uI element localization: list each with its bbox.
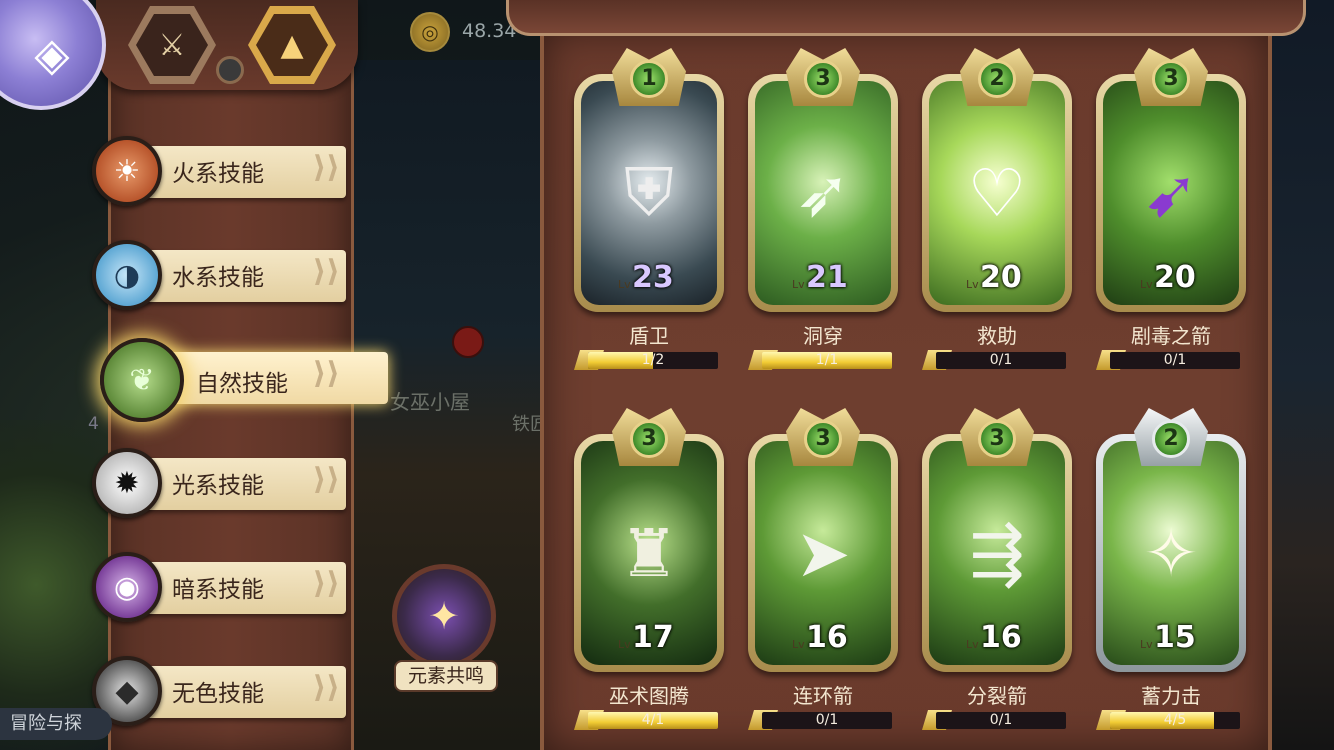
- tier-gem: 1: [630, 60, 668, 98]
- skill-progress-bar: 1/2: [588, 352, 718, 369]
- category-label: 自然技能: [196, 371, 288, 397]
- level-prefix: Lv: [1140, 278, 1153, 291]
- skill-name: 救助: [977, 324, 1017, 348]
- chevron-right-icon: ⟩⟩: [312, 356, 340, 391]
- sword-icon: ⚔: [158, 27, 186, 63]
- progress-text: 4/1: [641, 712, 665, 728]
- skill-panel-top: [506, 0, 1306, 36]
- skill-name: 连环箭: [793, 684, 853, 708]
- progress-text: 0/1: [989, 712, 1013, 728]
- progress-text: 1/1: [815, 352, 839, 368]
- light-sun-icon: ✹: [92, 448, 162, 518]
- skill-progress-bar: 0/1: [936, 712, 1066, 729]
- category-light[interactable]: 光系技能 ⟩⟩ ✹: [92, 448, 352, 518]
- nature-leaf-icon: ❦: [100, 338, 184, 422]
- skill-card[interactable]: ➹ 3 Lv 20 剧毒之箭 0/1: [1096, 38, 1246, 370]
- level-prefix: Lv: [792, 278, 805, 291]
- chevron-right-icon: ⟩⟩: [312, 670, 340, 705]
- skill-card[interactable]: ➤ 3 Lv 16 连环箭 0/1: [748, 398, 898, 730]
- coin-icon: ◎: [410, 12, 450, 52]
- element-resonance-button[interactable]: ✦: [392, 564, 496, 668]
- skill-name: 蓄力击: [1141, 684, 1201, 708]
- red-badge-dot: [452, 326, 484, 358]
- skill-level: 16: [980, 620, 1022, 655]
- skill-card[interactable]: ⇶ 3 Lv 16 分裂箭 0/1: [922, 398, 1072, 730]
- skill-name: 盾卫: [629, 324, 669, 348]
- progress-text: 1/2: [641, 352, 665, 368]
- skill-name: 分裂箭: [967, 684, 1027, 708]
- toggle-dot[interactable]: [216, 56, 244, 84]
- progress-text: 0/1: [989, 352, 1013, 368]
- witch-hut-label: 女巫小屋: [390, 390, 470, 414]
- level-prefix: Lv: [618, 638, 631, 651]
- water-element-icon: ◑: [92, 240, 162, 310]
- skill-name: 洞穿: [803, 324, 843, 348]
- skill-level: 15: [1154, 620, 1196, 655]
- skill-level: 21: [806, 260, 848, 295]
- level-prefix: Lv: [966, 638, 979, 651]
- category-water[interactable]: 水系技能 ⟩⟩ ◑: [92, 240, 352, 310]
- skill-card[interactable]: ⛨ 1 Lv 23 盾卫 1/2: [574, 38, 724, 370]
- category-fire[interactable]: 火系技能 ⟩⟩ ☀: [92, 136, 352, 206]
- level-prefix: Lv: [792, 638, 805, 651]
- triangle-stack-icon: ▲: [280, 27, 304, 63]
- category-label: 火系技能: [172, 161, 264, 187]
- category-colorless[interactable]: 无色技能 ⟩⟩ ◆: [92, 656, 352, 726]
- tier-gem: 3: [1152, 60, 1190, 98]
- swirl-emblem-icon: ◈: [34, 27, 70, 81]
- skill-level: 17: [632, 620, 674, 655]
- chevron-right-icon: ⟩⟩: [312, 566, 340, 601]
- element-resonance-label[interactable]: 元素共鸣: [394, 660, 498, 692]
- skill-level: 20: [980, 260, 1022, 295]
- progress-text: 0/1: [1163, 352, 1187, 368]
- skill-name: 剧毒之箭: [1131, 324, 1211, 348]
- category-label: 暗系技能: [172, 577, 264, 603]
- level-prefix: Lv: [1140, 638, 1153, 651]
- category-nature[interactable]: 自然技能 ⟩⟩ ❦: [92, 338, 388, 422]
- skill-progress-bar: 4/1: [588, 712, 718, 729]
- tier-gem: 3: [804, 60, 842, 98]
- skill-progress-bar: 0/1: [762, 712, 892, 729]
- skill-progress-bar: 1/1: [762, 352, 892, 369]
- skill-progress-bar: 4/5: [1110, 712, 1240, 729]
- background-fragment: 4: [88, 414, 99, 434]
- fire-element-icon: ☀: [92, 136, 162, 206]
- tier-gem: 2: [978, 60, 1016, 98]
- skill-level: 23: [632, 260, 674, 295]
- purple-orb-button[interactable]: ◈: [0, 0, 106, 110]
- skill-progress-bar: 0/1: [1110, 352, 1240, 369]
- tier-gem: 3: [804, 420, 842, 458]
- dark-swirl-icon: ◉: [92, 552, 162, 622]
- skill-progress-bar: 0/1: [936, 352, 1066, 369]
- chevron-right-icon: ⟩⟩: [312, 254, 340, 289]
- skill-name: 巫术图腾: [609, 684, 689, 708]
- chevron-right-icon: ⟩⟩: [312, 150, 340, 185]
- adventure-menu-fragment[interactable]: 冒险与探: [0, 708, 112, 740]
- progress-text: 4/5: [1163, 712, 1187, 728]
- progress-text: 0/1: [815, 712, 839, 728]
- skill-level: 20: [1154, 260, 1196, 295]
- sparkle-icon: ✦: [428, 594, 460, 638]
- skill-card[interactable]: ➶ 3 Lv 21 洞穿 1/1: [748, 38, 898, 370]
- tier-gem: 2: [1152, 420, 1190, 458]
- skill-card[interactable]: ♡ 2 Lv 20 救助 0/1: [922, 38, 1072, 370]
- background-right: [1270, 0, 1334, 750]
- level-prefix: Lv: [966, 278, 979, 291]
- chevron-right-icon: ⟩⟩: [312, 462, 340, 497]
- tier-gem: 3: [978, 420, 1016, 458]
- skill-level: 16: [806, 620, 848, 655]
- level-prefix: Lv: [618, 278, 631, 291]
- skill-card[interactable]: ✧ 2 Lv 15 蓄力击 4/5: [1096, 398, 1246, 730]
- skill-card[interactable]: ♜ 3 Lv 17 巫术图腾 4/1: [574, 398, 724, 730]
- category-dark[interactable]: 暗系技能 ⟩⟩ ◉: [92, 552, 352, 622]
- category-label: 无色技能: [172, 681, 264, 707]
- category-label: 水系技能: [172, 265, 264, 291]
- tier-gem: 3: [630, 420, 668, 458]
- category-label: 光系技能: [172, 473, 264, 499]
